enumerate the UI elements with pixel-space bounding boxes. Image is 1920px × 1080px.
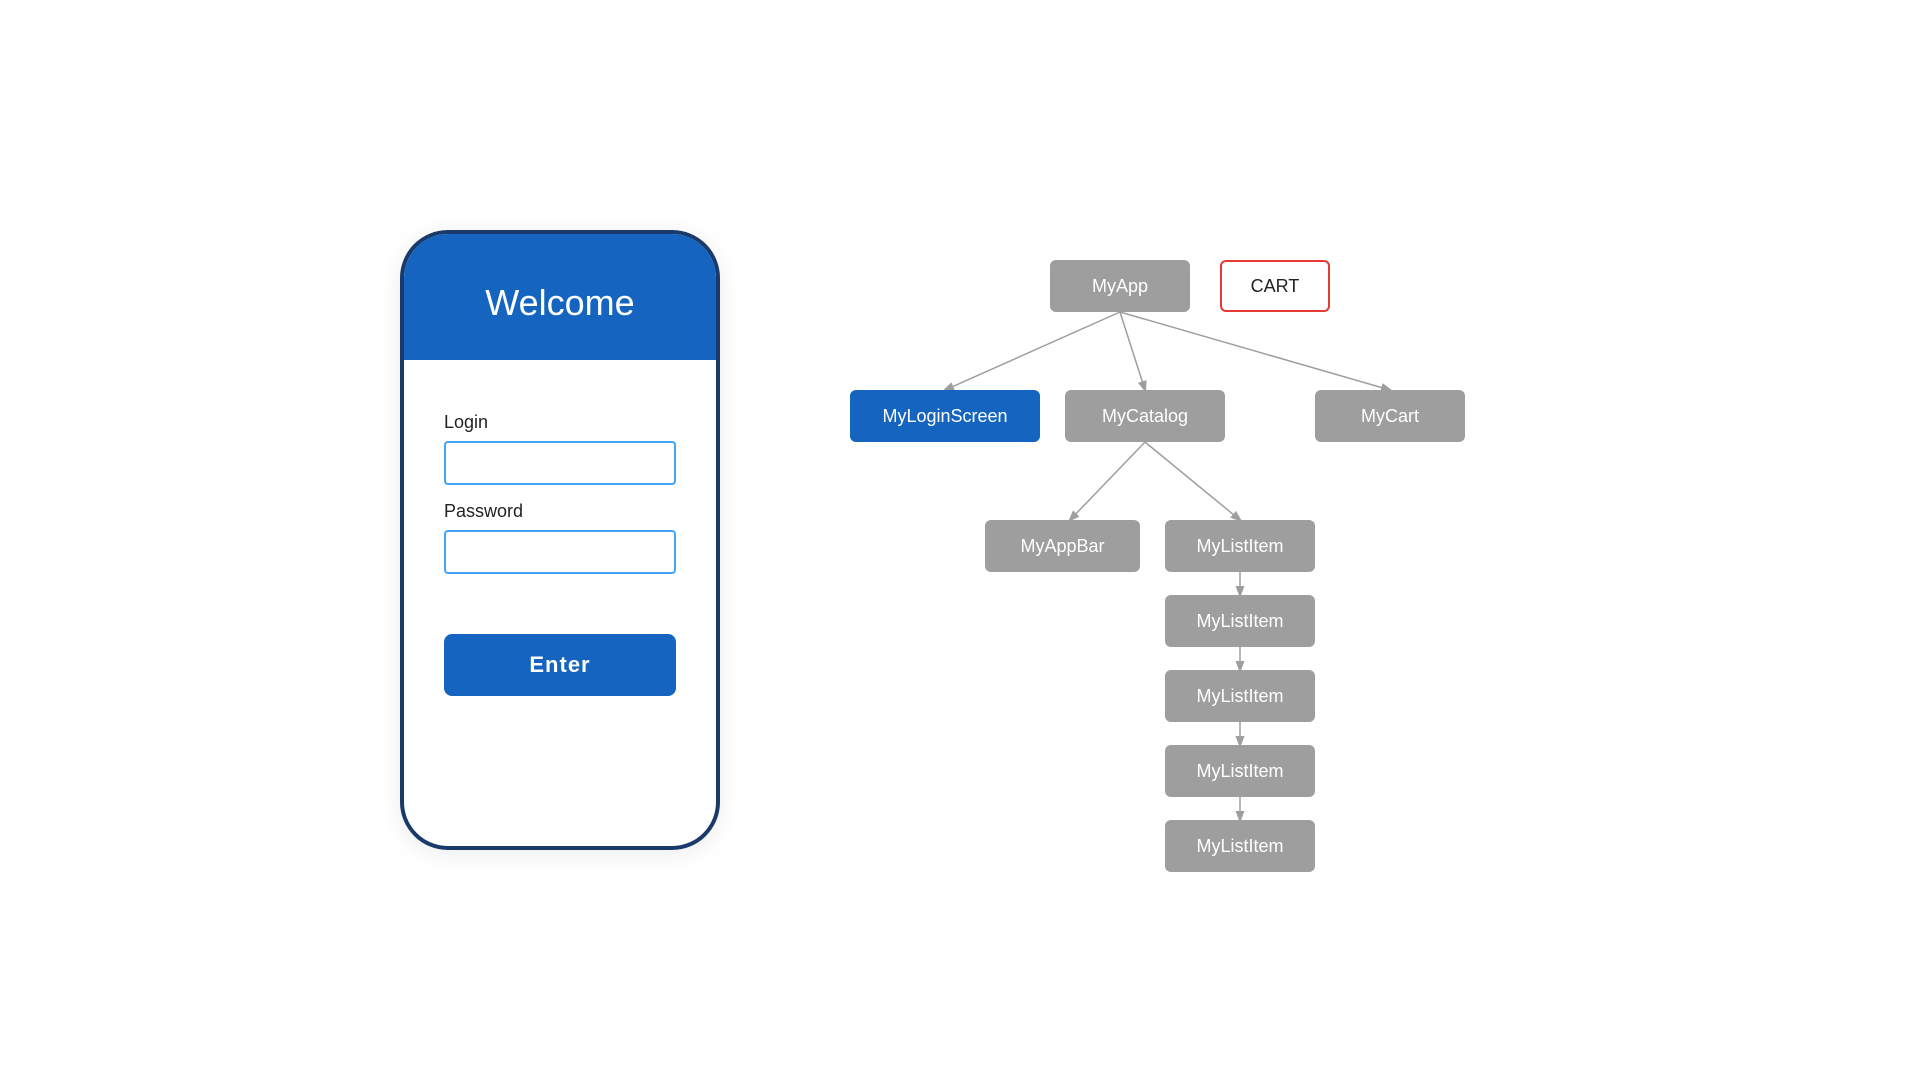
login-label: Login — [444, 412, 676, 433]
node-myappbar: MyAppBar — [985, 520, 1140, 572]
node-mycart: MyCart — [1315, 390, 1465, 442]
node-mylistitem-1: MyListItem — [1165, 520, 1315, 572]
phone-mockup: Welcome Login Password Enter — [400, 230, 720, 850]
enter-button[interactable]: Enter — [444, 634, 676, 696]
node-mycatalog: MyCatalog — [1065, 390, 1225, 442]
node-myapp: MyApp — [1050, 260, 1190, 312]
node-cart-badge: CART — [1220, 260, 1330, 312]
password-label: Password — [444, 501, 676, 522]
node-myloginscreen: MyLoginScreen — [850, 390, 1040, 442]
phone-body: Login Password Enter — [404, 360, 716, 846]
node-mylistitem-2: MyListItem — [1165, 595, 1315, 647]
node-mylistitem-4: MyListItem — [1165, 745, 1315, 797]
welcome-title: Welcome — [424, 282, 696, 324]
password-input[interactable] — [444, 530, 676, 574]
node-mylistitem-5: MyListItem — [1165, 820, 1315, 872]
login-input[interactable] — [444, 441, 676, 485]
tree-diagram: MyApp CART MyLoginScreen MyCatalog MyCar… — [840, 220, 1520, 860]
phone-header: Welcome — [404, 234, 716, 360]
node-mylistitem-3: MyListItem — [1165, 670, 1315, 722]
